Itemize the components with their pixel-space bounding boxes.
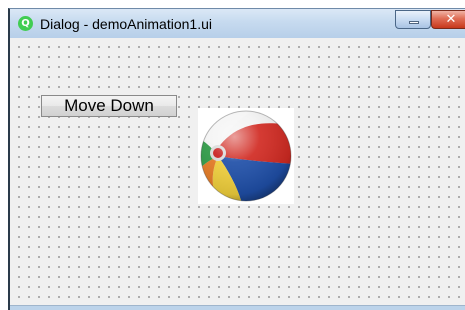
beach-ball-image[interactable]	[198, 108, 294, 204]
window-title: Dialog - demoAnimation1.ui	[40, 16, 212, 32]
minimize-icon	[409, 21, 419, 24]
qt-logo-icon: Q	[18, 16, 33, 31]
form-canvas[interactable]: Move Down	[10, 38, 465, 306]
move-down-button[interactable]: Move Down	[41, 95, 177, 117]
close-button[interactable]: ✕	[431, 10, 465, 29]
minimize-button[interactable]	[395, 10, 431, 29]
beach-ball-icon	[200, 110, 292, 202]
dialog-window: Q Dialog - demoAnimation1.ui ✕ Move Down	[8, 8, 465, 310]
title-bar[interactable]: Q Dialog - demoAnimation1.ui ✕	[10, 9, 465, 38]
close-icon: ✕	[445, 12, 457, 27]
